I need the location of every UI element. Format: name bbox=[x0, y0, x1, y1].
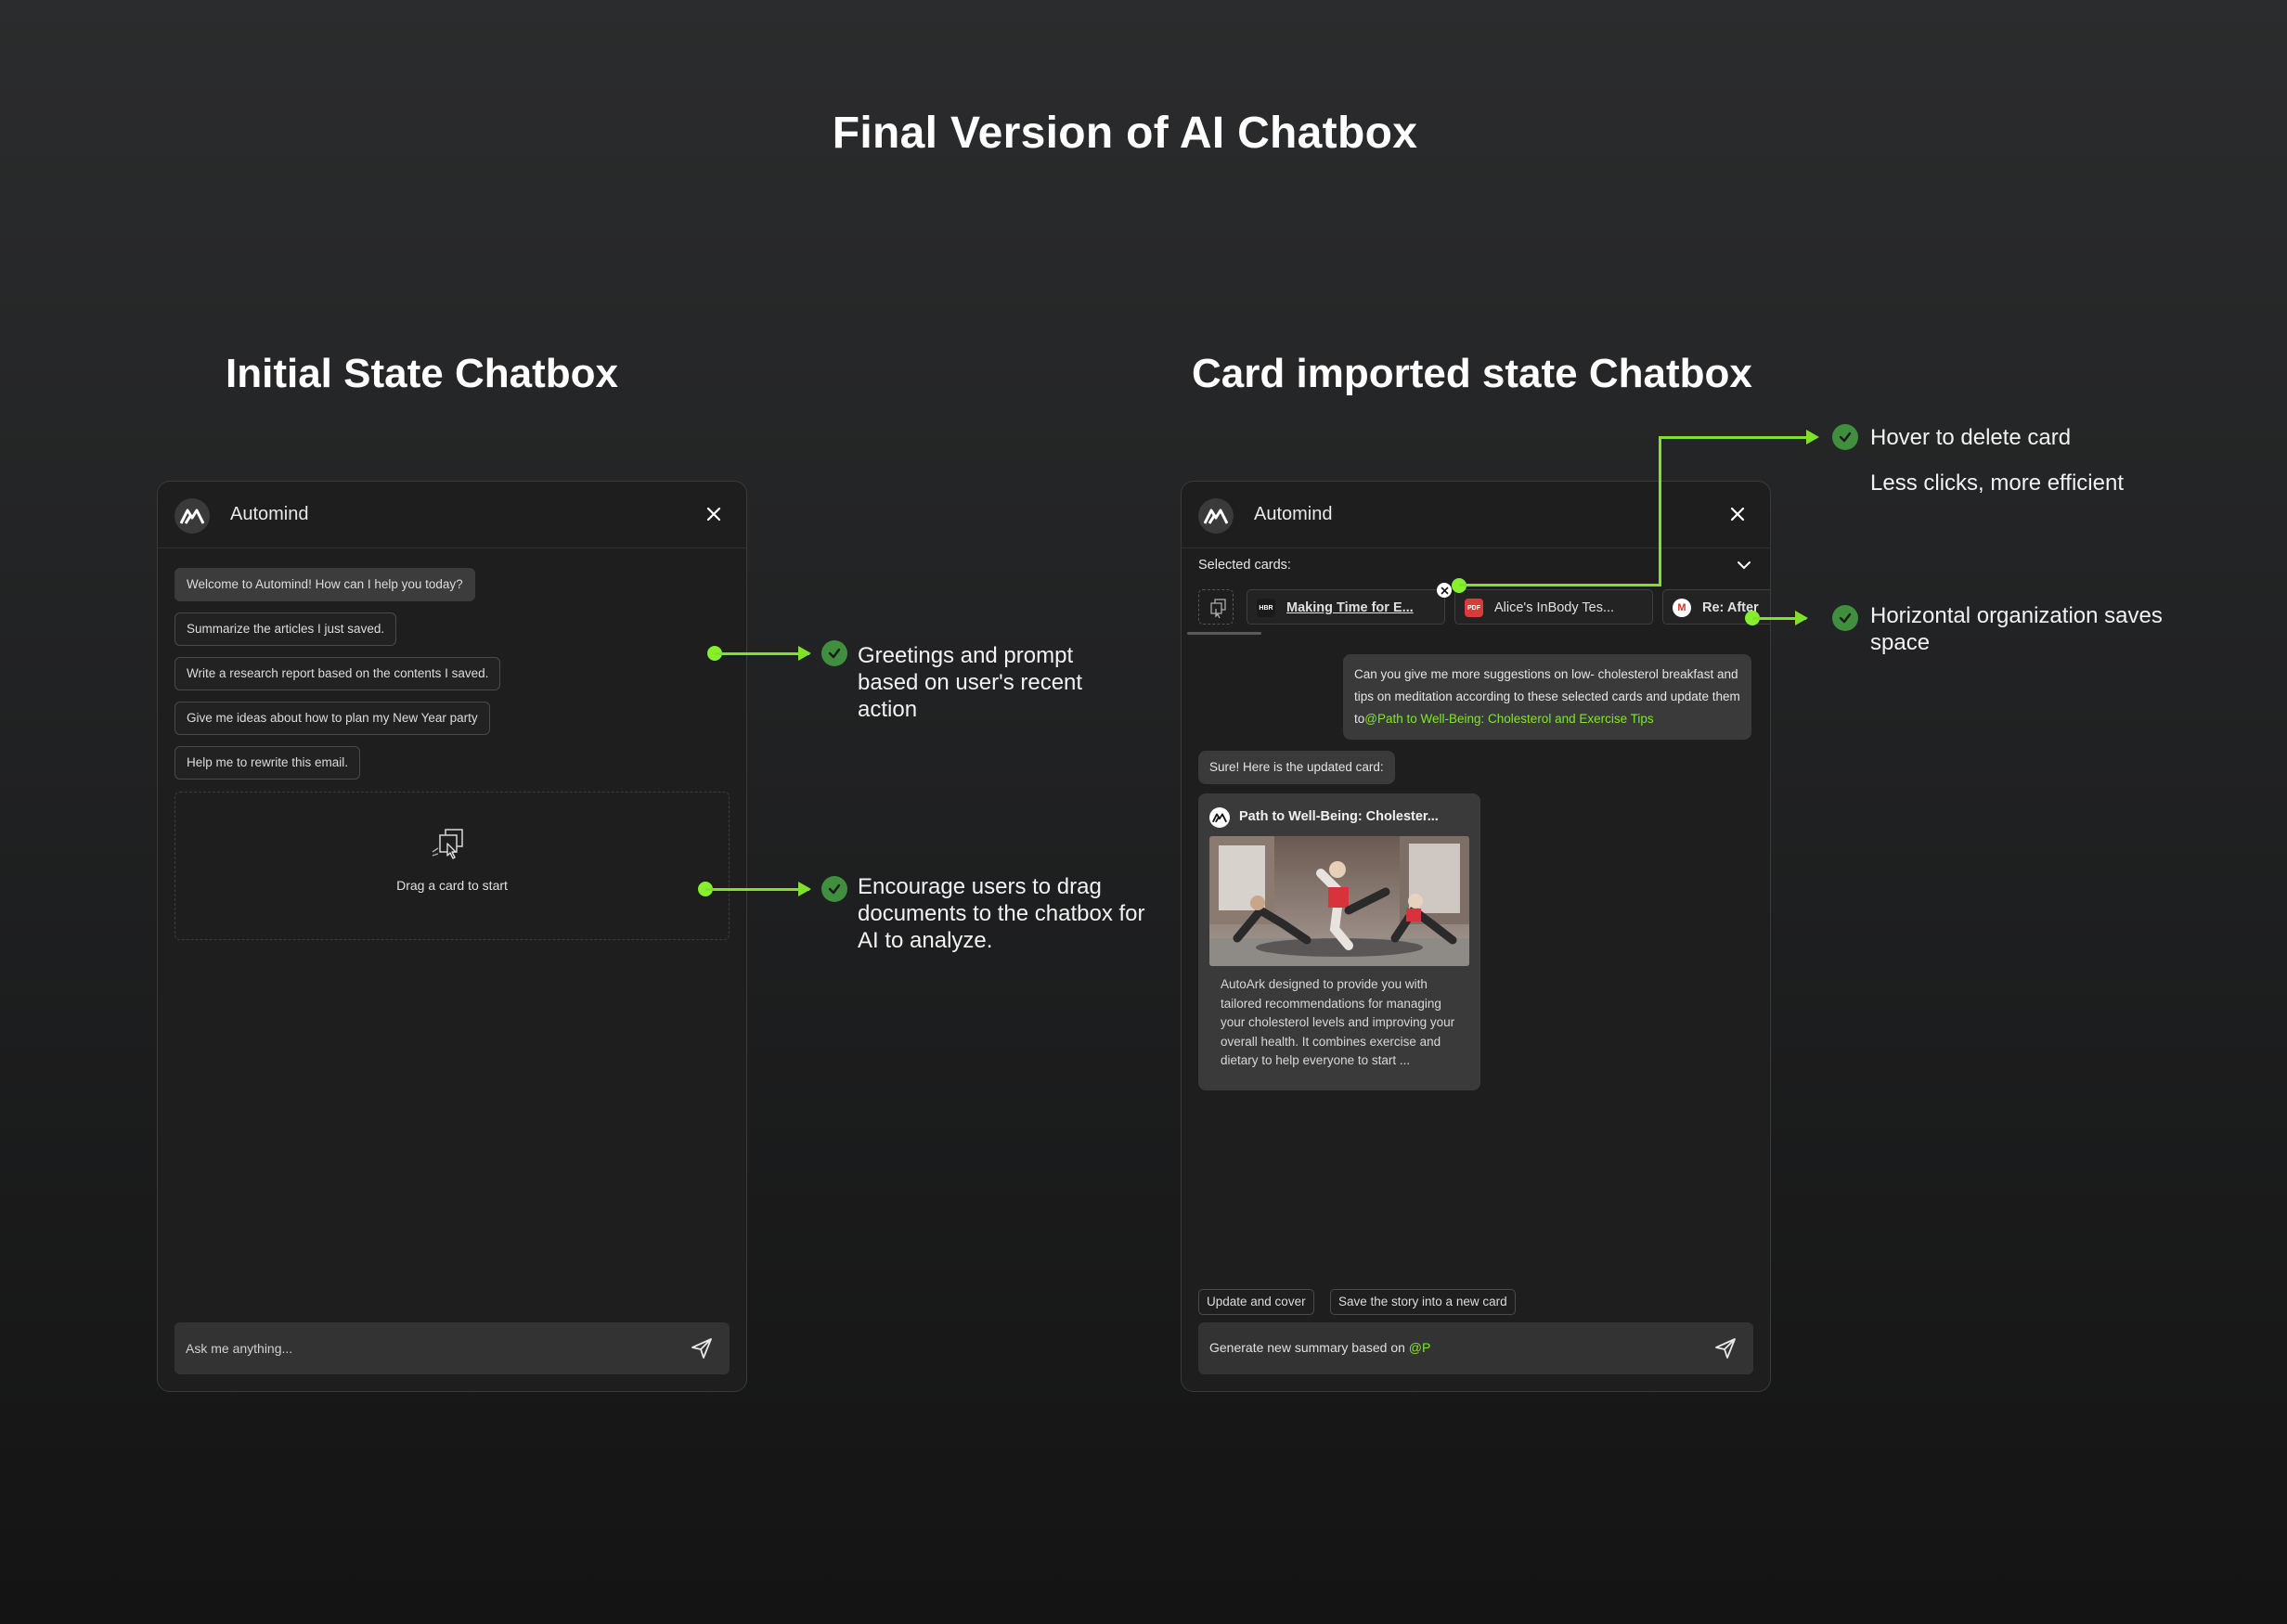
connector-line bbox=[705, 888, 809, 891]
send-icon[interactable] bbox=[1712, 1335, 1738, 1361]
card-label: Alice's InBody Tes... bbox=[1494, 600, 1615, 615]
annotation-encourage: Encourage users to drag documents to the… bbox=[858, 874, 1145, 953]
arrow-icon bbox=[1806, 430, 1819, 445]
selected-card-pdf[interactable]: PDF Alice's InBody Tes... bbox=[1454, 589, 1653, 625]
pdf-icon: PDF bbox=[1465, 599, 1483, 617]
dropzone-label: Drag a card to start bbox=[396, 878, 508, 893]
chatbox-initial: Automind Welcome to Automind! How can I … bbox=[157, 481, 747, 1392]
prompt-chip-summarize[interactable]: Summarize the articles I just saved. bbox=[174, 612, 397, 646]
check-icon bbox=[1832, 605, 1858, 631]
gmail-icon: M bbox=[1673, 599, 1691, 617]
check-icon bbox=[1832, 424, 1858, 450]
app-name: Automind bbox=[230, 504, 309, 524]
connector-line bbox=[1659, 436, 1816, 439]
connector-line bbox=[1659, 436, 1661, 586]
arrow-icon bbox=[798, 646, 811, 661]
prompt-chip-research[interactable]: Write a research report based on the con… bbox=[174, 657, 501, 690]
arrow-icon bbox=[1795, 611, 1808, 625]
result-card-description: AutoArk designed to provide you with tai… bbox=[1221, 977, 1455, 1067]
check-icon bbox=[821, 640, 847, 666]
user-message: Can you give me more suggestions on low-… bbox=[1343, 654, 1751, 740]
update-and-cover-button[interactable]: Update and cover bbox=[1198, 1289, 1314, 1315]
section-title-initial: Initial State Chatbox bbox=[226, 351, 618, 396]
section-title-card-imported: Card imported state Chatbox bbox=[1192, 351, 1752, 396]
chat-input[interactable]: Generate new summary based on @P bbox=[1209, 1340, 1430, 1355]
automind-logo-icon bbox=[174, 498, 210, 534]
annotation-horizontal: Horizontal organization saves space bbox=[1870, 603, 2163, 655]
add-card-icon bbox=[1210, 599, 1226, 619]
annotation-less-clicks: Less clicks, more efficient bbox=[1870, 470, 2124, 496]
save-new-card-button[interactable]: Save the story into a new card bbox=[1330, 1289, 1516, 1315]
prompt-chip-party[interactable]: Give me ideas about how to plan my New Y… bbox=[174, 702, 490, 735]
annotation-greetings: Greetings and prompt based on user's rec… bbox=[858, 643, 1083, 722]
send-icon[interactable] bbox=[689, 1335, 715, 1361]
chat-input-mention: @P bbox=[1408, 1340, 1431, 1355]
connector-line bbox=[715, 652, 809, 655]
check-icon bbox=[821, 876, 847, 902]
chatbox-header: Automind bbox=[158, 482, 746, 548]
chat-input-text: Generate new summary based on bbox=[1209, 1340, 1405, 1355]
selected-cards-label: Selected cards: bbox=[1198, 558, 1291, 573]
result-card[interactable]: Path to Well-Being: Cholester... AutoArk… bbox=[1198, 793, 1480, 1090]
arrow-icon bbox=[798, 882, 811, 896]
chat-input-bar bbox=[174, 1322, 730, 1374]
user-message-mention[interactable]: @Path to Well-Being: Cholesterol and Exe… bbox=[1364, 712, 1653, 726]
automind-logo-icon bbox=[1209, 807, 1230, 828]
chat-input[interactable] bbox=[186, 1322, 668, 1374]
annotation-hover-delete: Hover to delete card bbox=[1870, 425, 2072, 450]
chat-input-bar[interactable]: Generate new summary based on @P bbox=[1198, 1322, 1753, 1374]
close-icon[interactable] bbox=[702, 502, 726, 526]
ai-message: Sure! Here is the updated card: bbox=[1198, 751, 1395, 784]
card-scroll-indicator[interactable] bbox=[1187, 632, 1261, 635]
hbr-icon: HBR bbox=[1257, 599, 1275, 617]
selected-card-hbr[interactable]: HBR Making Time for E... bbox=[1247, 589, 1445, 625]
result-card-title: Path to Well-Being: Cholester... bbox=[1239, 809, 1439, 824]
close-icon[interactable] bbox=[1725, 502, 1750, 526]
chatbox-card-imported: Automind Selected cards: HBR Making Time… bbox=[1181, 481, 1771, 1392]
page-title: Final Version of AI Chatbox bbox=[832, 109, 1418, 158]
connector-line bbox=[1459, 584, 1661, 586]
delete-card-icon[interactable] bbox=[1437, 583, 1452, 598]
prompt-chip-rewrite[interactable]: Help me to rewrite this email. bbox=[174, 746, 361, 780]
automind-logo-icon bbox=[1198, 498, 1234, 534]
chatbox-header: Automind bbox=[1182, 482, 1770, 548]
add-card-button[interactable] bbox=[1198, 589, 1234, 625]
fitness-photo bbox=[1209, 836, 1469, 966]
chevron-down-icon[interactable] bbox=[1735, 558, 1753, 573]
prompt-chip-welcome[interactable]: Welcome to Automind! How can I help you … bbox=[174, 568, 475, 601]
card-label: Making Time for E... bbox=[1286, 600, 1414, 615]
drag-card-icon bbox=[432, 829, 463, 859]
card-dropzone[interactable]: Drag a card to start bbox=[174, 792, 730, 940]
app-name: Automind bbox=[1254, 504, 1333, 524]
